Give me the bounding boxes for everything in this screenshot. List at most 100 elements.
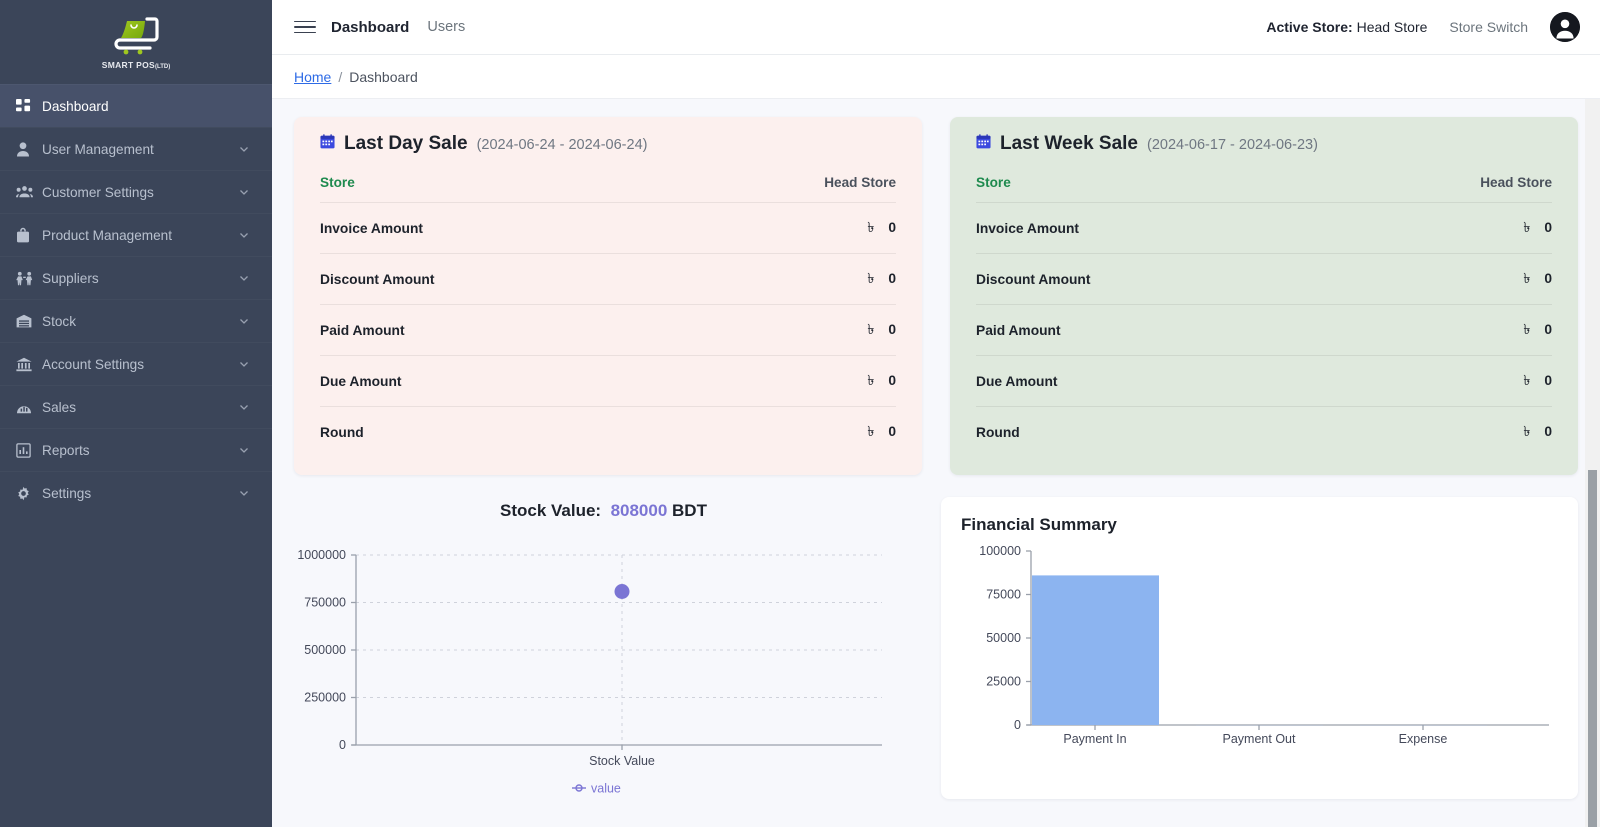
scrollbar-thumb[interactable] xyxy=(1588,470,1597,827)
users-icon xyxy=(16,185,42,199)
sidebar-item-user-management[interactable]: User Management xyxy=(0,127,272,170)
brand-name: SMART POS(LTD) xyxy=(101,59,171,70)
sidebar-item-label: Reports xyxy=(42,442,90,458)
stock-value-chart[interactable]: 1000000 750000 500000 250000 0 Stock Val… xyxy=(294,547,913,796)
row-value: ৳ 0 xyxy=(674,355,896,407)
brand-logo[interactable]: SMART POS(LTD) xyxy=(0,0,272,84)
col-store: Store xyxy=(320,175,355,190)
chevron-down-icon xyxy=(240,276,248,281)
row-label: Due Amount xyxy=(320,355,675,407)
row-label: Due Amount xyxy=(976,355,1331,407)
sidebar-item-settings[interactable]: Settings xyxy=(0,471,272,514)
active-store-value: Head Store xyxy=(1356,19,1428,35)
bag-icon xyxy=(16,227,42,243)
card-header: Last Week Sale (2024-06-17 - 2024-06-23) xyxy=(976,133,1552,155)
user-avatar-icon[interactable] xyxy=(1550,12,1580,42)
sidebar-item-account-settings[interactable]: Account Settings xyxy=(0,342,272,385)
main-area: Dashboard Users Active Store: Head Store… xyxy=(272,0,1600,827)
bar-payment-in[interactable] xyxy=(1032,575,1159,725)
financial-summary-chart[interactable]: 100000 75000 50000 25000 0 Payment In Pa… xyxy=(959,544,1578,773)
app-root: SMART POS(LTD) Dashboard User Management xyxy=(0,0,1600,827)
row-label: Round xyxy=(976,406,1331,457)
table-row: Discount Amount ৳ 0 xyxy=(320,253,896,305)
row-value: ৳ 0 xyxy=(674,406,896,457)
sidebar-nav: Dashboard User Management Customer Setti… xyxy=(0,84,272,514)
sidebar-item-label: User Management xyxy=(42,141,154,157)
sale-cards-row: Last Day Sale (2024-06-24 - 2024-06-24) … xyxy=(294,117,1578,475)
card-title: Last Week Sale xyxy=(1000,133,1139,154)
bank-icon xyxy=(16,357,42,372)
sidebar-item-customer-settings[interactable]: Customer Settings xyxy=(0,170,272,213)
sidebar-item-product-management[interactable]: Product Management xyxy=(0,213,272,256)
dashboard-content: Last Day Sale (2024-06-24 - 2024-06-24) … xyxy=(272,99,1600,827)
row-label: Paid Amount xyxy=(320,304,675,356)
row-label: Round xyxy=(320,406,675,457)
topbar: Dashboard Users Active Store: Head Store… xyxy=(272,0,1600,55)
stock-value-panel: Stock Value: 808000 BDT 1000000 750000 5… xyxy=(294,497,913,796)
svg-text:75000: 75000 xyxy=(986,588,1021,602)
col-store: Store xyxy=(976,175,1011,190)
sidebar-item-stock[interactable]: Stock xyxy=(0,299,272,342)
table-row: Due Amount ৳ 0 xyxy=(320,355,896,407)
gear-icon xyxy=(16,486,42,501)
x-label-payment-in: Payment In xyxy=(1063,732,1126,746)
breadcrumb-home-link[interactable]: Home xyxy=(294,69,331,85)
stock-chart-svg: 1000000 750000 500000 250000 0 Stock Val… xyxy=(297,548,882,796)
row-amount: 0 xyxy=(888,373,896,388)
report-bars-icon xyxy=(16,442,42,458)
table-header-row: Store Head Store xyxy=(320,169,896,203)
topnav-dashboard[interactable]: Dashboard xyxy=(331,19,409,36)
stock-value-title: Stock Value: 808000 BDT xyxy=(294,501,913,521)
chart-legend[interactable]: value xyxy=(572,782,621,796)
row-value: ৳ 0 xyxy=(1330,253,1552,305)
row-label: Discount Amount xyxy=(320,253,675,305)
table-row: Round ৳ 0 xyxy=(976,406,1552,457)
financial-chart-svg: 100000 75000 50000 25000 0 Payment In Pa… xyxy=(979,544,1549,746)
row-amount: 0 xyxy=(1544,271,1552,286)
hamburger-icon[interactable] xyxy=(294,16,316,38)
row-value: ৳ 0 xyxy=(1330,304,1552,356)
chevron-down-icon xyxy=(240,448,248,453)
row-label: Invoice Amount xyxy=(320,202,675,254)
row-value: ৳ 0 xyxy=(1330,406,1552,457)
sidebar-item-suppliers[interactable]: Suppliers xyxy=(0,256,272,299)
x-tick-labels: Payment In Payment Out Expense xyxy=(1063,732,1447,746)
row-label: Discount Amount xyxy=(976,253,1331,305)
user-icon xyxy=(16,141,42,157)
chevron-down-icon xyxy=(240,233,248,238)
taka-symbol: ৳ xyxy=(1523,321,1531,337)
last-day-sale-card: Last Day Sale (2024-06-24 - 2024-06-24) … xyxy=(294,117,922,475)
active-store-label: Active Store: xyxy=(1266,19,1353,35)
chevron-down-icon xyxy=(240,190,248,195)
table-row: Invoice Amount ৳ 0 xyxy=(976,202,1552,254)
taka-symbol: ৳ xyxy=(1523,423,1531,439)
card-header: Last Day Sale (2024-06-24 - 2024-06-24) xyxy=(320,133,896,155)
sidebar-item-sales[interactable]: Sales xyxy=(0,385,272,428)
chevron-down-icon xyxy=(240,362,248,367)
sidebar-item-label: Customer Settings xyxy=(42,184,154,200)
sidebar-item-dashboard[interactable]: Dashboard xyxy=(0,84,272,127)
topnav-users[interactable]: Users xyxy=(427,19,465,35)
card-date-range: (2024-06-17 - 2024-06-23) xyxy=(1147,137,1318,153)
svg-text:0: 0 xyxy=(339,738,346,752)
sidebar-item-reports[interactable]: Reports xyxy=(0,428,272,471)
row-value: ৳ 0 xyxy=(674,202,896,254)
sidebar: SMART POS(LTD) Dashboard User Management xyxy=(0,0,272,827)
stock-value-unit: BDT xyxy=(672,501,707,520)
row-amount: 0 xyxy=(888,424,896,439)
row-amount: 0 xyxy=(888,322,896,337)
store-switch-button[interactable]: Store Switch xyxy=(1449,19,1528,35)
data-point-stock-value[interactable] xyxy=(614,584,630,599)
chevron-down-icon xyxy=(240,147,248,152)
row-value: ৳ 0 xyxy=(1330,202,1552,254)
taka-symbol: ৳ xyxy=(867,219,875,235)
sale-table: Store Head Store Invoice Amount ৳ 0 Discou… xyxy=(320,169,896,457)
taka-symbol: ৳ xyxy=(867,372,875,388)
y-tick-labels: 1000000 750000 500000 250000 0 xyxy=(297,548,346,752)
row-value: ৳ 0 xyxy=(674,253,896,305)
svg-text:25000: 25000 xyxy=(986,675,1021,689)
sidebar-item-label: Account Settings xyxy=(42,356,145,372)
grid-lines xyxy=(356,554,882,745)
row-amount: 0 xyxy=(888,271,896,286)
x-label-payment-out: Payment Out xyxy=(1223,732,1296,746)
